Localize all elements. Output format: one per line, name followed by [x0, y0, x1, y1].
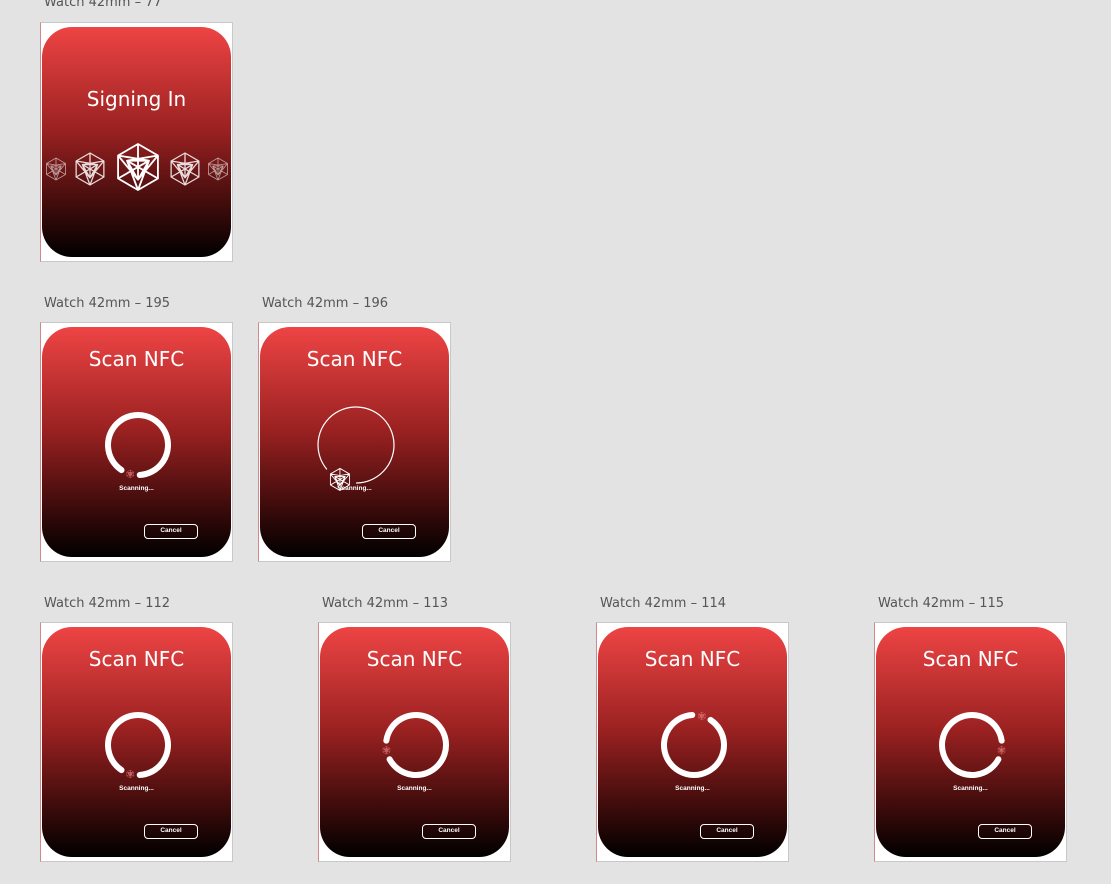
scanning-status: Scanning...: [675, 785, 710, 792]
d20-icon: [75, 152, 105, 186]
watch-screen: Signing In: [42, 27, 231, 257]
dice-loading-row: [46, 143, 228, 191]
scanning-status: Scanning...: [119, 785, 154, 792]
watch-screen: Scan NFC Scanning... Cancel: [876, 627, 1065, 857]
artboard-scan-196: Scan NFC Scanning... Cancel: [258, 322, 451, 562]
d20-icon: [170, 152, 200, 186]
watch-screen: Scan NFC Scanning... Cancel: [260, 327, 449, 557]
progress-ring-icon: [105, 412, 171, 479]
progress-arc: [661, 712, 727, 778]
d20-icon: [208, 157, 228, 181]
progress-arc: [105, 412, 171, 478]
scanning-status: Scanning...: [953, 785, 988, 792]
artboard-label: Watch 42mm – 113: [322, 596, 449, 611]
screen-title: Signing In: [86, 87, 187, 111]
artboard-label: Watch 42mm – 114: [600, 596, 727, 611]
watch-screen: Scan NFC Scanning... Cancel: [42, 627, 231, 857]
d20-icon: [997, 746, 1006, 755]
d20-icon: [126, 769, 134, 779]
progress-ring-icon: [939, 712, 1006, 778]
scanning-status: Scanning...: [119, 485, 154, 492]
cancel-button[interactable]: Cancel: [422, 824, 476, 839]
watch-screen: Scan NFC Scanning... Cancel: [320, 627, 509, 857]
d20-icon: [46, 157, 66, 181]
artboard-label: Watch 42mm – 112: [44, 596, 171, 611]
scanning-status: Scanning...: [397, 785, 432, 792]
artboard-signing-in: Signing In: [40, 22, 233, 262]
watch-screen: Scan NFC Scanning... Cancel: [42, 327, 231, 557]
scanning-status: Scanning...: [337, 485, 372, 492]
cancel-button[interactable]: Cancel: [978, 824, 1032, 839]
progress-arc: [317, 406, 395, 484]
artboard-scan-114: Scan NFC Scanning... Cancel: [596, 622, 789, 862]
cancel-button[interactable]: Cancel: [362, 524, 416, 539]
progress-ring-icon: [661, 711, 727, 778]
progress-ring-icon: [382, 712, 449, 778]
watch-screen: Scan NFC Scanning... Cancel: [598, 627, 787, 857]
d20-icon: [382, 746, 391, 755]
artboard-label: Watch 42mm – 196: [262, 296, 389, 311]
progress-ring-icon: [105, 712, 171, 779]
artboard-label: Watch 42mm – 195: [44, 296, 171, 311]
d20-icon: [698, 711, 706, 721]
artboard-scan-113: Scan NFC Scanning... Cancel: [318, 622, 511, 862]
artboard-label: Watch 42mm – 115: [878, 596, 1005, 611]
artboard-scan-112: Scan NFC Scanning... Cancel: [40, 622, 233, 862]
cancel-button[interactable]: Cancel: [144, 824, 198, 839]
d20-icon: [126, 469, 134, 479]
progress-ring-icon: [317, 406, 395, 491]
progress-arc: [383, 712, 449, 778]
progress-arc: [939, 712, 1005, 778]
artboard-scan-115: Scan NFC Scanning... Cancel: [874, 622, 1067, 862]
progress-arc: [105, 712, 171, 778]
artboard-scan-195: Scan NFC Scanning... Cancel: [40, 322, 233, 562]
cancel-button[interactable]: Cancel: [144, 524, 198, 539]
artboard-label: Watch 42mm – 77: [44, 0, 162, 10]
cancel-button[interactable]: Cancel: [700, 824, 754, 839]
d20-icon: [117, 143, 159, 191]
